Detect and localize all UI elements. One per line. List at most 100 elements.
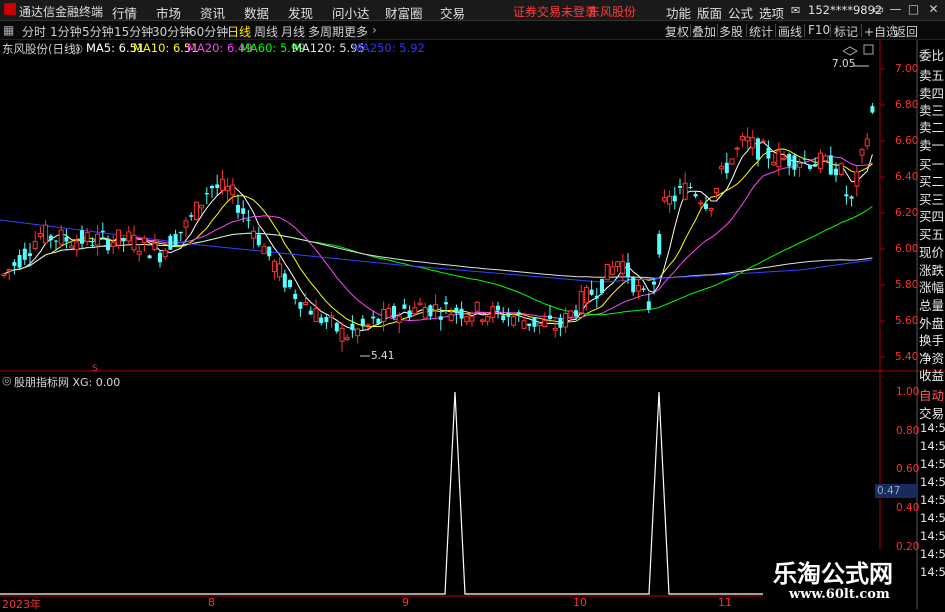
back-button[interactable]: 返回 — [894, 23, 918, 40]
candle-body — [745, 136, 751, 142]
candle-body — [444, 302, 448, 305]
menu-faxian[interactable]: 发现 — [288, 3, 313, 22]
side-auto[interactable]: 自动 — [919, 385, 945, 404]
candle-body — [589, 289, 594, 295]
ma60-line — [3, 205, 873, 316]
candle-body — [698, 202, 704, 205]
menu-xuanxiang[interactable]: 选项 — [759, 3, 784, 22]
tab-more[interactable]: 更多 — [344, 23, 368, 40]
candle-body — [95, 233, 101, 246]
menu-hangqing[interactable]: 行情 — [112, 3, 137, 22]
menu-caifuquan[interactable]: 财富圈 — [385, 3, 423, 22]
side-bid5: 买五 — [919, 227, 945, 242]
candle-body — [43, 224, 49, 244]
side-price: 现价 — [919, 245, 945, 260]
menu-banmian[interactable]: 版面 — [697, 3, 722, 22]
candle-body — [110, 241, 116, 247]
candle-body — [100, 230, 105, 233]
candle-body — [766, 147, 771, 159]
side-trade[interactable]: 交易 — [919, 403, 945, 422]
maximize-icon[interactable]: □ — [905, 2, 922, 17]
price-tick: 5.40 — [895, 351, 919, 363]
candle-body — [548, 315, 552, 320]
candle-body — [64, 237, 69, 242]
candle-body — [802, 158, 807, 160]
candle-body — [396, 315, 402, 324]
candle-body — [813, 163, 818, 167]
fuquan-button[interactable]: 复权 — [665, 23, 689, 40]
side-bid4: 买四 — [919, 209, 945, 224]
tab-15min[interactable]: 15分钟 — [114, 23, 153, 40]
menu-jiaoyi[interactable]: 交易 — [440, 3, 465, 22]
indicator-tick: 0.60 — [896, 463, 920, 475]
tab-daily[interactable]: 日线 — [227, 23, 251, 40]
menu-shichang[interactable]: 市场 — [156, 3, 181, 22]
indicator-tick: 0.80 — [896, 425, 920, 437]
tab-monthly[interactable]: 月线 — [281, 23, 305, 40]
candle-body — [251, 230, 257, 239]
candle-body — [313, 308, 319, 323]
candle-body — [204, 193, 209, 195]
candle-body — [485, 316, 491, 322]
tab-multi-period[interactable]: 多周期 — [308, 23, 344, 40]
menu-shuju[interactable]: 数据 — [244, 3, 269, 22]
restore-icon[interactable]: ▭ — [870, 2, 887, 17]
candle-body — [594, 295, 599, 299]
draw-line-button[interactable]: 画线 — [778, 23, 802, 40]
candle-body — [339, 327, 345, 342]
candle-body — [115, 229, 121, 246]
candle-body — [141, 237, 147, 244]
tab-1min[interactable]: 1分钟 — [50, 23, 82, 40]
candle-body — [210, 185, 214, 189]
diamond-icon[interactable] — [842, 46, 859, 56]
candle-body — [183, 220, 189, 228]
candle-body — [126, 231, 132, 242]
candle-body — [74, 241, 80, 251]
login-warning[interactable]: 证券交易未登录 — [513, 3, 597, 20]
menu-gongshi[interactable]: 公式 — [728, 3, 753, 22]
menu-wenxiaoda[interactable]: 问小达 — [332, 3, 370, 22]
candle-body — [448, 313, 454, 322]
menu-zixun[interactable]: 资讯 — [200, 3, 225, 22]
tab-30min[interactable]: 30分钟 — [152, 23, 191, 40]
panel-toggle-icon[interactable] — [863, 44, 874, 55]
price-tick: 6.20 — [895, 207, 919, 219]
candle-body — [412, 307, 418, 315]
f10-button[interactable]: F10 — [808, 23, 830, 37]
candle-body — [756, 138, 760, 160]
menu-gongneng[interactable]: 功能 — [666, 3, 691, 22]
candle-body — [433, 304, 439, 311]
chevron-right-icon[interactable]: › — [372, 23, 377, 37]
candle-body — [626, 262, 630, 277]
tab-60min[interactable]: 60分钟 — [189, 23, 228, 40]
candle-body — [635, 285, 641, 292]
tab-5min[interactable]: 5分钟 — [82, 23, 114, 40]
overlay-button[interactable]: 叠加 — [692, 23, 716, 40]
low-price-label: 5.41 — [371, 350, 395, 362]
statistics-button[interactable]: 统计 — [749, 23, 773, 40]
tab-weekly[interactable]: 周线 — [254, 23, 278, 40]
candle-body — [360, 318, 365, 327]
app-title: 通达信金融终端 — [19, 5, 104, 19]
kline-chart[interactable]: S — [0, 40, 945, 609]
candle-body — [32, 240, 38, 249]
candle-body — [324, 316, 329, 323]
candle-body — [657, 233, 662, 255]
tab-fenshi[interactable]: 分时 — [22, 23, 46, 40]
close-icon[interactable]: ✕ — [925, 2, 942, 17]
candle-body — [246, 219, 251, 221]
candle-body — [578, 291, 584, 314]
candle-body — [271, 260, 277, 273]
tick-time: 14:56 — [920, 493, 945, 507]
multi-stock-button[interactable]: 多股 — [719, 23, 743, 40]
user-mail-icon[interactable]: ✉ — [791, 4, 800, 17]
side-weibi: 委比 — [919, 48, 945, 63]
candle-body — [838, 163, 844, 175]
minimize-icon[interactable]: — — [887, 2, 904, 17]
indicator-settings-icon[interactable]: ◎ — [2, 374, 12, 387]
layout-icon[interactable]: ▦ — [3, 23, 14, 37]
mark-button[interactable]: 标记 — [834, 23, 858, 40]
tick-time: 14:56 — [920, 439, 945, 453]
candle-body — [719, 165, 725, 170]
candle-body — [90, 245, 95, 247]
